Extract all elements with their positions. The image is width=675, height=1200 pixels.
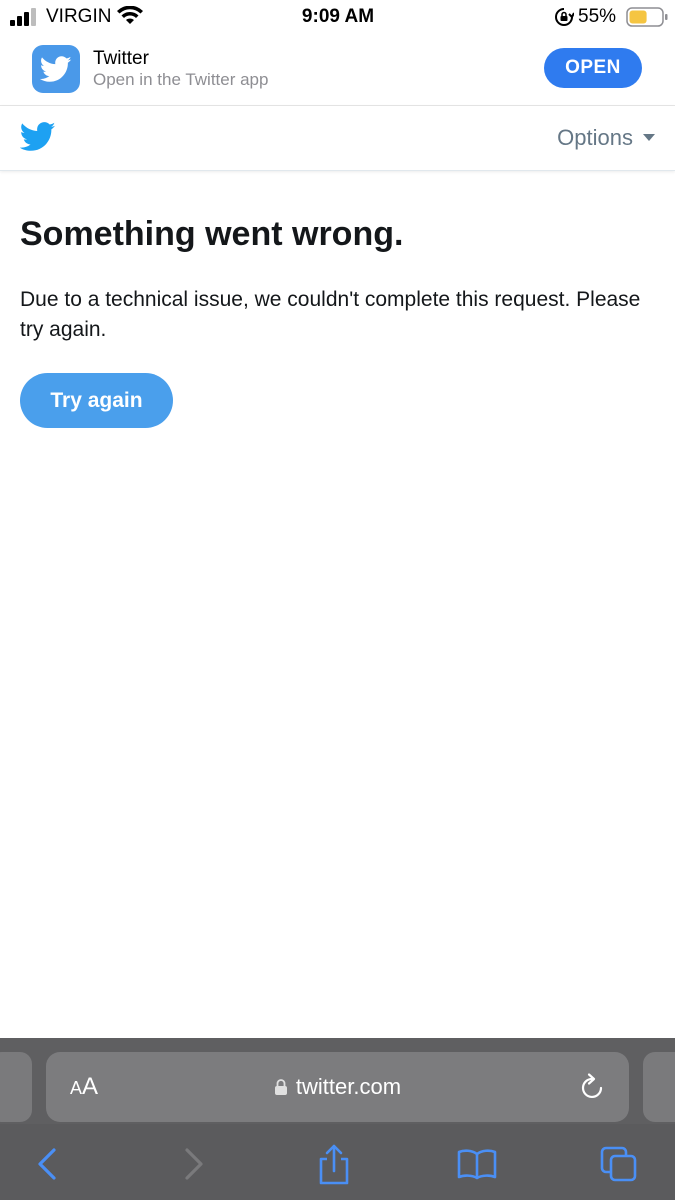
battery-percentage: 55% (578, 6, 617, 27)
forward-icon (185, 1148, 203, 1180)
forward-button[interactable] (172, 1142, 216, 1186)
url-display[interactable]: twitter.com (46, 1074, 629, 1100)
lock-icon (274, 1079, 287, 1095)
cellular-signal-icon (10, 8, 36, 26)
tabs-button[interactable] (597, 1142, 641, 1186)
rotation-lock-icon (555, 8, 574, 26)
carrier-name: VIRGIN (46, 6, 112, 27)
options-menu[interactable]: Options (557, 124, 655, 152)
clock: 9:09 AM (301, 6, 375, 27)
twitter-bird-icon (40, 55, 72, 82)
tabs-icon (600, 1146, 637, 1182)
next-tab-peek[interactable] (643, 1052, 675, 1122)
share-button[interactable] (312, 1142, 356, 1186)
address-bar[interactable]: AA twitter.com (46, 1052, 629, 1122)
open-app-button[interactable]: OPEN (544, 48, 642, 88)
reload-icon[interactable] (579, 1072, 607, 1102)
twitter-app-icon (32, 45, 80, 93)
options-label: Options (557, 125, 633, 150)
back-button[interactable] (25, 1142, 69, 1186)
bookmarks-icon (457, 1149, 497, 1180)
address-strip: AA twitter.com (0, 1038, 675, 1124)
safari-bottom-bar: AA twitter.com (0, 1038, 675, 1200)
back-icon (38, 1148, 56, 1180)
app-install-banner: Twitter Open in the Twitter app OPEN (0, 34, 675, 106)
banner-app-name: Twitter (93, 48, 149, 69)
share-icon (319, 1144, 349, 1185)
previous-tab-peek[interactable] (0, 1052, 32, 1122)
site-header: Options (0, 106, 675, 171)
status-bar: VIRGIN 9:09 AM 55% (0, 0, 675, 34)
twitter-bird-icon[interactable] (20, 122, 56, 152)
bookmarks-button[interactable] (455, 1142, 499, 1186)
wifi-icon (117, 6, 143, 24)
safari-toolbar (0, 1136, 675, 1194)
battery-icon (626, 7, 668, 27)
error-message: Due to a technical issue, we couldn't co… (20, 288, 641, 341)
try-again-button[interactable]: Try again (20, 373, 173, 428)
banner-subtitle: Open in the Twitter app (93, 70, 269, 89)
error-title: Something went wrong. (20, 215, 404, 253)
battery-level-fill (629, 10, 647, 24)
caret-down-icon (643, 134, 655, 141)
url-text: twitter.com (295, 1074, 402, 1099)
